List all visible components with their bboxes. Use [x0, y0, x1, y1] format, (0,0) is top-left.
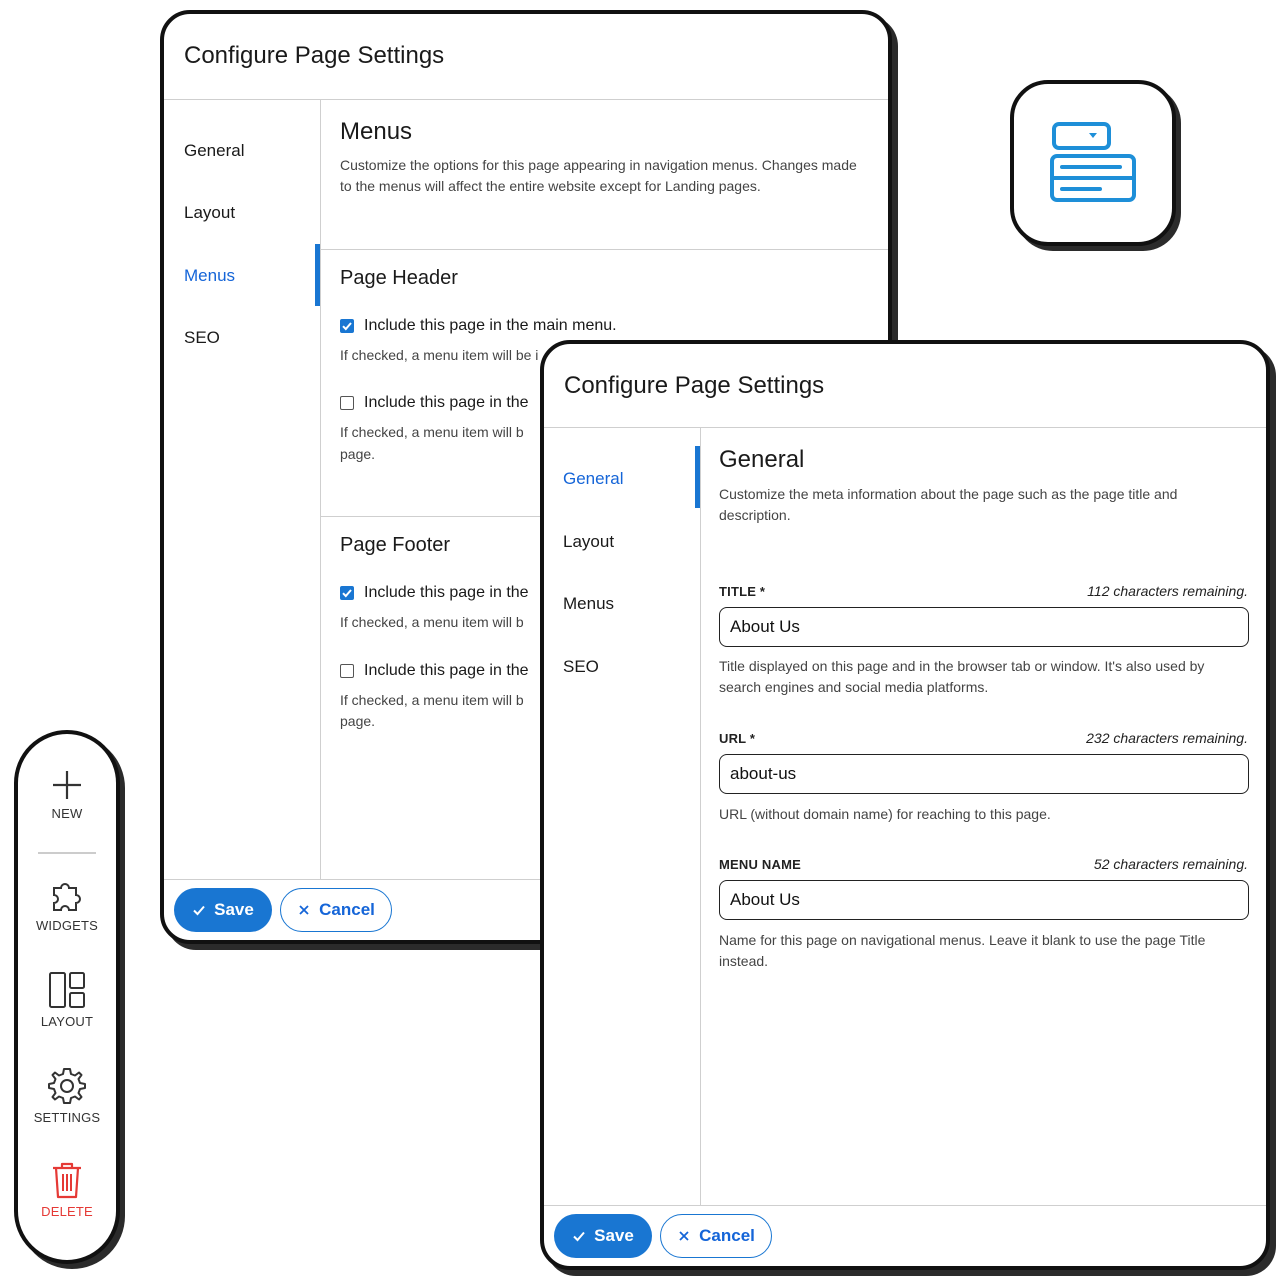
footer-option-2-checkbox[interactable] — [340, 664, 354, 678]
settings-label: SETTINGS — [33, 1110, 101, 1125]
section-title: General — [719, 446, 805, 473]
delete-label: DELETE — [41, 1204, 93, 1219]
url-remaining: 232 characters remaining. — [1086, 730, 1248, 746]
footer-option-2-help: If checked, a menu item will b — [340, 692, 524, 708]
cancel-label: Cancel — [699, 1226, 755, 1245]
layout-button[interactable]: LAYOUT — [18, 970, 116, 1029]
save-button[interactable]: Save — [554, 1214, 652, 1258]
settings-button[interactable]: SETTINGS — [18, 1066, 116, 1125]
section-divider — [321, 249, 888, 250]
check-icon — [193, 905, 205, 916]
main-menu-help: If checked, a menu item will be i — [340, 347, 539, 363]
trash-icon — [53, 1162, 81, 1199]
header-option-2-help: If checked, a menu item will b — [340, 424, 524, 440]
panel-title: Configure Page Settings — [184, 42, 445, 69]
layout-label: LAYOUT — [40, 1014, 94, 1029]
nav-general[interactable]: General — [563, 469, 623, 489]
header-option-2[interactable]: Include this page in the — [340, 394, 529, 412]
plus-icon — [53, 771, 81, 799]
widgets-button[interactable]: WIDGETS — [18, 880, 116, 933]
url-input[interactable]: about-us — [719, 754, 1249, 794]
menu-name-remaining: 52 characters remaining. — [1093, 856, 1248, 872]
page-menu-app-icon — [1010, 80, 1176, 246]
save-label: Save — [594, 1226, 634, 1245]
header-option-2-checkbox[interactable] — [340, 396, 354, 410]
nav-seo[interactable]: SEO — [184, 328, 220, 348]
footer-option-2-help-cont: page. — [340, 713, 376, 729]
header-option-2-label: Include this page in the — [364, 394, 529, 411]
close-icon — [299, 905, 309, 915]
title-label: TITLE * — [719, 584, 766, 599]
url-label: URL * — [719, 731, 756, 746]
nav-divider — [320, 99, 321, 879]
section-description: Customize the meta information about the… — [719, 486, 1178, 523]
page-menu-icon — [1050, 122, 1136, 202]
editor-toolbar: NEW WIDGETS LAYOUT SETTINGS DELETE — [14, 730, 120, 1264]
footer-option-2[interactable]: Include this page in the — [340, 662, 529, 680]
cancel-button[interactable]: Cancel — [280, 888, 392, 932]
check-icon — [342, 589, 352, 598]
cancel-label: Cancel — [319, 900, 375, 919]
page-header-title: Page Header — [340, 267, 458, 289]
section-title: Menus — [340, 118, 413, 145]
check-icon — [342, 322, 352, 331]
gear-icon — [48, 1068, 86, 1104]
new-label: NEW — [51, 806, 83, 821]
menu-name-help: Name for this page on navigational menus… — [719, 932, 1206, 969]
title-input[interactable]: About Us — [719, 607, 1249, 647]
puzzle-icon — [53, 883, 81, 911]
footer-option-2-label: Include this page in the — [364, 662, 529, 679]
footer-option-1-help: If checked, a menu item will b — [340, 614, 524, 630]
cancel-button[interactable]: Cancel — [660, 1214, 772, 1258]
nav-seo[interactable]: SEO — [563, 657, 599, 677]
save-button[interactable]: Save — [174, 888, 272, 932]
delete-button[interactable]: DELETE — [18, 1160, 116, 1219]
nav-menus[interactable]: Menus — [563, 594, 614, 614]
footer-bar-divider — [544, 1205, 1266, 1206]
nav-layout[interactable]: Layout — [563, 532, 614, 552]
active-nav-indicator — [695, 446, 700, 508]
title-help: Title displayed on this page and in the … — [719, 658, 1205, 695]
nav-general[interactable]: General — [184, 141, 244, 161]
toolbar-divider — [38, 852, 96, 854]
menu-name-input[interactable]: About Us — [719, 880, 1249, 920]
main-menu-label: Include this page in the main menu. — [364, 317, 617, 334]
panel-title: Configure Page Settings — [564, 372, 825, 399]
main-menu-checkbox[interactable] — [340, 319, 354, 333]
header-divider — [544, 427, 1266, 428]
header-divider — [164, 99, 888, 100]
main-menu-option[interactable]: Include this page in the main menu. — [340, 317, 617, 335]
title-remaining: 112 characters remaining. — [1087, 583, 1248, 599]
close-icon — [679, 1231, 689, 1241]
footer-option-1-label: Include this page in the — [364, 584, 529, 601]
page-footer-title: Page Footer — [340, 534, 451, 556]
header-option-2-help-cont: page. — [340, 446, 376, 462]
check-icon — [573, 1231, 585, 1242]
widgets-label: WIDGETS — [35, 918, 99, 933]
front-settings-panel: Configure Page Settings General Layout M… — [540, 340, 1270, 1270]
menu-name-label: MENU NAME — [719, 857, 801, 872]
nav-divider — [700, 427, 701, 1205]
layout-icon — [49, 972, 85, 1008]
nav-menus[interactable]: Menus — [184, 266, 235, 286]
footer-option-1[interactable]: Include this page in the — [340, 584, 529, 602]
new-button[interactable]: NEW — [18, 768, 116, 821]
url-help: URL (without domain name) for reaching t… — [719, 806, 1051, 822]
save-label: Save — [214, 900, 254, 919]
active-nav-indicator — [315, 244, 320, 306]
section-description: Customize the options for this page appe… — [340, 157, 857, 194]
nav-layout[interactable]: Layout — [184, 203, 235, 223]
footer-option-1-checkbox[interactable] — [340, 586, 354, 600]
